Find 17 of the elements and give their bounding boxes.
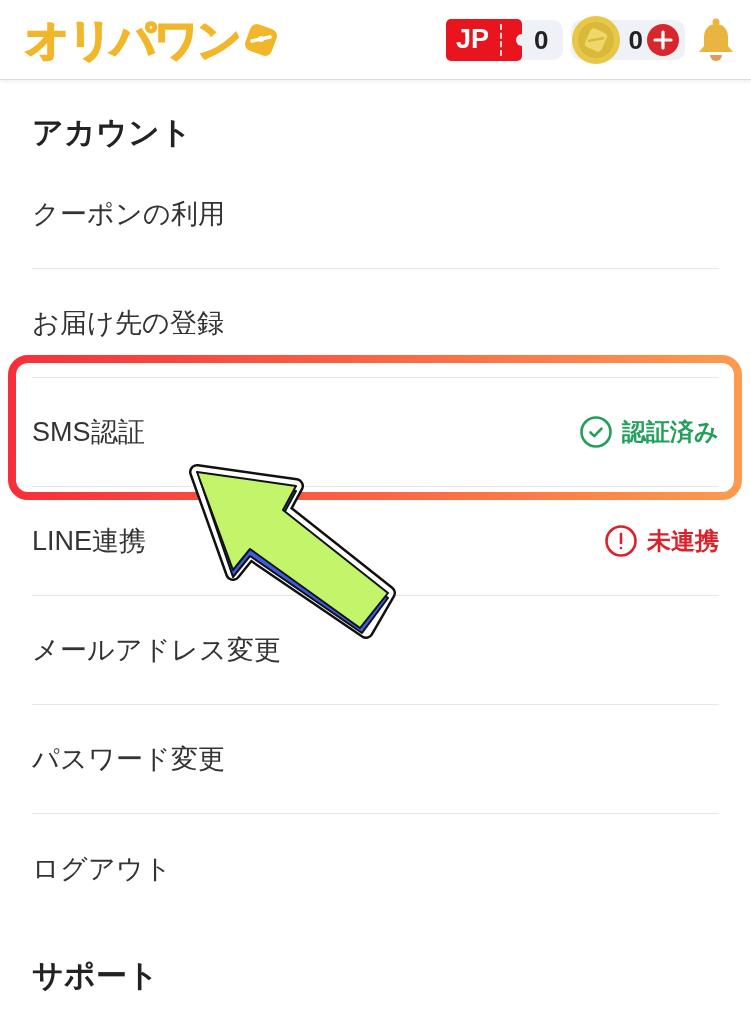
section-heading: アカウント xyxy=(32,114,192,152)
menu-item[interactable]: パスワード変更 xyxy=(32,741,225,777)
coin-icon xyxy=(570,14,621,65)
ticket-counter[interactable]: JP 0 xyxy=(446,19,563,60)
menu-item[interactable]: メールアドレス変更 xyxy=(32,632,281,668)
menu-item[interactable]: ログアウト xyxy=(32,850,172,887)
section-heading: サポート xyxy=(32,957,159,995)
menu-item[interactable]: LINE連携 xyxy=(32,523,147,559)
menu-item[interactable]: SMS認証 xyxy=(32,414,145,450)
coin-count: 0 xyxy=(628,26,643,53)
add-coins-icon[interactable] xyxy=(647,23,679,56)
status-label: 未連携 xyxy=(647,526,719,556)
menu-item[interactable]: お届け先の登録 xyxy=(32,305,224,341)
ticket-count: 0 xyxy=(534,26,549,53)
ticket-label: JP xyxy=(456,26,490,53)
menu-item[interactable]: クーポンの利用 xyxy=(32,196,225,232)
status-label: 認証済み xyxy=(622,417,719,447)
